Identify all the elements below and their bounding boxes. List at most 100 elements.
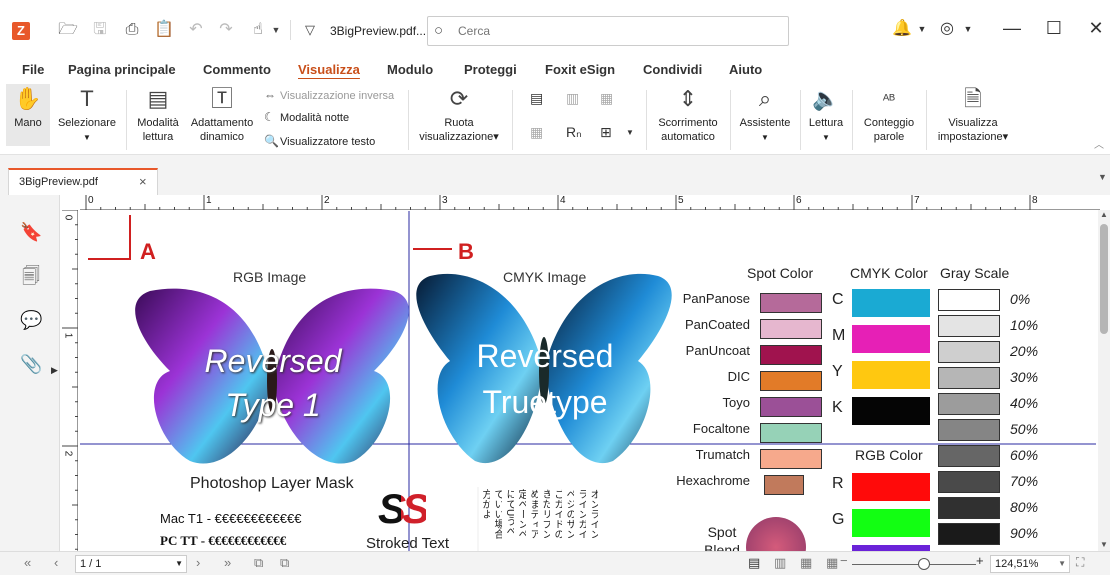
gray-scale-swatch [938,445,1000,467]
adattamento-dinamico-button[interactable]: 🅃 Adattamento dinamico [186,86,258,144]
assistente-button[interactable]: ⌕ Assistente ▼ [734,86,796,145]
menu-foxit-esign[interactable]: Foxit eSign [545,62,615,77]
menu-visualizza[interactable]: Visualizza [298,62,360,77]
previous-view-icon[interactable]: ⧉ [254,555,263,571]
split-view-dropdown-icon[interactable]: ▼ [626,128,634,137]
menu-aiuto[interactable]: Aiuto [729,62,762,77]
comments-icon[interactable]: 💬 [20,309,42,331]
zoom-dropdown-icon[interactable]: ▼ [1058,556,1066,572]
print-icon[interactable]: ⎙ [122,20,142,40]
zoom-out-icon[interactable]: − [840,553,848,568]
document-tab[interactable]: 3BigPreview.pdf × [8,168,158,195]
continuous-view-icon[interactable]: ▥ [774,555,786,571]
collapse-ribbon-icon[interactable]: ︿ [1094,136,1104,151]
cmyk-color-header: CMYK Color [850,265,928,281]
hand-tool-icon[interactable]: ☝ [248,20,268,40]
customize-toolbar-icon[interactable]: ▽ [300,20,320,40]
scorrimento-automatico-button[interactable]: ⇕ Scorrimento automatico [652,86,724,144]
modalita-lettura-label-2: lettura [142,131,174,143]
spot-color-swatch [760,371,822,391]
menu-commento[interactable]: Commento [203,62,271,77]
notification-dropdown-icon[interactable]: ▼ [910,24,934,34]
facing-view-icon[interactable]: ▦ [800,555,812,571]
mano-button[interactable]: ✋ Mano [6,84,50,146]
modalita-notte-button[interactable]: ☾ Modalità notte [264,108,349,126]
minimize-icon[interactable]: — [1000,18,1024,39]
stroked-text-label: Stroked Text [366,535,450,551]
close-tab-icon[interactable]: × [139,174,147,189]
japanese-text-column: ごガイドの [552,489,562,539]
save-icon[interactable]: 🖫 [90,20,110,40]
attachments-icon[interactable]: 📎 [20,353,42,375]
separate-cover-icon[interactable]: Rₙ [566,124,582,141]
lettura-label: Lettura [808,117,844,129]
single-page-view-icon[interactable]: ▤ [748,555,760,571]
japanese-text-column: きたリプン [540,489,550,539]
spot-blend-line-2: Blend [704,542,740,551]
hand-tool-dropdown-icon[interactable]: ▼ [266,20,286,40]
close-window-icon[interactable]: ✕ [1084,18,1108,39]
spot-color-name: PanUncoat [685,343,750,358]
page-number-field[interactable]: 1 / 1 ▼ [75,555,187,573]
account-dropdown-icon[interactable]: ▼ [956,24,980,34]
zoom-in-icon[interactable]: + [976,553,984,568]
gray-scale-percent: 80% [1010,499,1039,515]
menu-pagina-principale[interactable]: Pagina principale [68,62,176,77]
bookmark-icon[interactable]: 🔖 [20,221,42,243]
next-view-icon[interactable]: ⧉ [280,555,289,571]
selezionare-button[interactable]: T Selezionare ▼ [54,86,120,145]
vertical-scrollbar[interactable]: ▲ ▼ [1098,210,1110,551]
navigation-panel: 🔖 🗐 💬 📎 ▶ [0,195,60,551]
pages-icon[interactable]: 🗐 [20,265,42,287]
scrollbar-thumb[interactable] [1100,224,1108,334]
split-view-icon[interactable]: ⊞ [600,124,612,141]
ribbon-separator [646,90,647,150]
single-page-icon[interactable]: ▤ [530,90,543,107]
undo-icon[interactable]: ↶ [186,20,206,40]
ruota-visualizzazione-button[interactable]: ⟳ Ruota visualizzazione▾ [414,86,504,144]
modalita-lettura-button[interactable]: ▤ Modalità lettura [132,86,184,144]
redo-icon[interactable]: ↷ [216,20,236,40]
zoom-level-field[interactable]: 124,51% ▼ [990,555,1070,573]
menu-proteggi[interactable]: Proteggi [464,62,517,77]
toolbar-separator [290,20,291,40]
pc-tt-text: PC TT - €€€€€€€€€€€€ [160,533,287,548]
first-page-icon[interactable]: « [24,555,31,570]
facing-page-icon[interactable]: ▦ [600,90,613,107]
fullscreen-icon[interactable]: ⛶ [1076,555,1084,570]
maximize-icon[interactable]: ☐ [1042,18,1066,39]
ribbon-separator [408,90,409,150]
reversed-type1-text: Reversed Type 1 [180,339,366,427]
continuous-page-icon[interactable]: ▥ [566,90,579,107]
visualizzazione-inversa-button[interactable]: ⇔ Visualizzazione inversa [264,86,394,104]
next-page-icon[interactable]: › [196,555,200,570]
auto-scroll-icon: ⇕ [678,86,698,111]
page-dropdown-icon[interactable]: ▼ [175,556,183,572]
zoom-slider-track[interactable] [852,564,976,565]
menu-bar: File Pagina principale Commento Visualiz… [0,58,1110,82]
continuous-facing-view-icon[interactable]: ▦ [826,555,838,571]
scroll-down-icon[interactable]: ▼ [1100,540,1108,549]
adattamento-label-1: Adattamento [190,117,254,129]
search-input[interactable] [458,22,778,40]
tab-list-dropdown-icon[interactable]: ▼ [1098,172,1107,182]
visualizzatore-testo-button[interactable]: 🔍Visualizzatore testo [264,132,375,150]
last-page-icon[interactable]: » [224,555,231,570]
search-box[interactable]: ○ [427,16,789,46]
gray-scale-header: Gray Scale [940,265,1010,281]
scroll-up-icon[interactable]: ▲ [1100,210,1108,219]
conteggio-parole-button[interactable]: ᴬᴮ Conteggio parole [856,86,922,144]
word-count-icon: ᴬᴮ [882,91,896,107]
continuous-facing-icon[interactable]: ▦ [530,124,543,141]
zoom-slider-knob[interactable] [918,558,930,570]
visualizzatore-testo-label: Visualizzatore testo [280,136,376,148]
menu-file[interactable]: File [22,62,44,77]
open-folder-icon[interactable]: 🗁 [58,20,78,40]
visualizza-impostazione-button[interactable]: 🗎 Visualizza impostazione▾ [930,86,1016,144]
menu-condividi[interactable]: Condividi [643,62,702,77]
previous-page-icon[interactable]: ‹ [54,555,58,570]
clipboard-icon[interactable]: 📋 [154,20,174,40]
lettura-button[interactable]: 🔈 Lettura ▼ [804,86,848,145]
menu-modulo[interactable]: Modulo [387,62,433,77]
expand-panel-icon[interactable]: ▶ [51,365,58,376]
